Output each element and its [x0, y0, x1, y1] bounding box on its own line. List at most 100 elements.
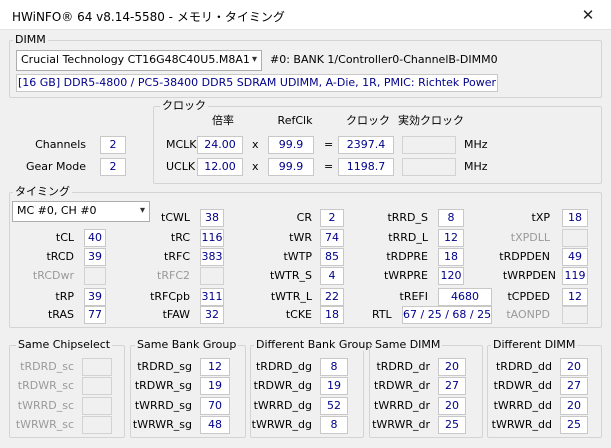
same-dimm-label: Same DIMM [373, 338, 443, 351]
trcdwr-value [84, 267, 106, 285]
twrwr-sc-value [82, 416, 112, 434]
channel-select-value: MC #0, CH #0 [17, 204, 97, 217]
trdwr-dr-value: 27 [438, 377, 466, 395]
mclk-effective-clock [402, 136, 456, 154]
tcke-label: tCKE [285, 308, 312, 321]
trfc2-value [200, 267, 224, 285]
uclk-clock: 1198.7 [338, 158, 394, 176]
tcke-value: 18 [320, 306, 344, 324]
mclk-refclk: 99.9 [268, 136, 314, 154]
twrrd-sc-value [82, 397, 112, 415]
twrwr-dd-value: 25 [560, 416, 588, 434]
twtr-l-value: 22 [320, 288, 344, 306]
twtr-l-label: tWTR_L [270, 290, 312, 303]
twtp-label: tWTP [283, 250, 312, 263]
trdwr-dd-label: tRDWR_dd [493, 379, 552, 392]
tcwl-label: tCWL [161, 211, 190, 224]
twrwr-dg-value: 8 [320, 416, 348, 434]
trp-value: 39 [84, 288, 106, 306]
trdpre-label: tRDPRE [386, 250, 428, 263]
mclk-x: x [252, 138, 259, 151]
dimm-select-value: Crucial Technology CT16G48C40U5.M8A1 [21, 53, 250, 66]
rtl-value: 67 / 25 / 68 / 25 [402, 306, 492, 324]
mclk-equals: = [324, 138, 334, 151]
trdrd-dr-value: 20 [438, 358, 466, 376]
trdwr-dg-label: tRDWR_dg [253, 379, 312, 392]
twtr-s-label: tWTR_S [269, 269, 312, 282]
trcdwr-label: tRCDwr [32, 269, 74, 282]
twrrd-dd-value: 20 [560, 397, 588, 415]
twrpden-value: 119 [562, 267, 588, 285]
twrwr-sg-value: 48 [200, 416, 230, 434]
uclk-refclk: 99.9 [268, 158, 314, 176]
trcd-label: tRCD [46, 250, 74, 263]
trdwr-sg-value: 19 [200, 377, 230, 395]
trdwr-dd-value: 27 [560, 377, 588, 395]
twrrd-dg-label: tWRRD_dg [253, 399, 312, 412]
trrd-l-label: tRRD_L [388, 231, 428, 244]
trdpre-value: 18 [438, 248, 464, 266]
twrrd-sc-label: tWRRD_sc [17, 399, 74, 412]
trp-label: tRP [55, 290, 74, 303]
tras-value: 77 [84, 306, 106, 324]
gear-mode-value: 2 [100, 158, 126, 176]
refclk-header: RefClk [277, 114, 313, 127]
multiplier-header: 倍率 [212, 114, 234, 127]
twrwr-sg-label: tWRWR_sg [132, 418, 192, 431]
twrwr-dr-value: 25 [438, 416, 466, 434]
title-bar: HWiNFO® 64 v8.14-5580 - メモリ・タイミング ✕ [0, 0, 611, 30]
twrpre-value: 120 [438, 267, 464, 285]
same-bank-group-label: Same Bank Group [135, 338, 239, 351]
trdwr-dr-label: tRDWR_dr [374, 379, 430, 392]
twr-value: 74 [320, 229, 344, 247]
trc-value: 116 [200, 229, 224, 247]
dimm-location: #0: BANK 1/Controller0-ChannelB-DIMM0 [270, 53, 498, 66]
twrrd-sg-label: tWRRD_sg [134, 399, 192, 412]
gear-mode-label: Gear Mode [25, 160, 86, 173]
clock-header: クロック [346, 114, 390, 127]
chevron-down-icon: ▾ [251, 54, 257, 65]
uclk-label: UCLK [166, 160, 196, 173]
close-button[interactable]: ✕ [565, 0, 611, 30]
twtp-value: 85 [320, 248, 344, 266]
close-icon: ✕ [581, 6, 595, 24]
tcwl-value: 38 [200, 209, 224, 227]
tras-label: tRAS [47, 308, 74, 321]
twrrd-dd-label: tWRRD_dd [493, 399, 552, 412]
clock-group-label: クロック [160, 99, 208, 112]
trdrd-dg-label: tRDRD_dg [255, 360, 312, 373]
tfaw-value: 32 [200, 306, 224, 324]
tfaw-label: tFAW [162, 308, 190, 321]
channels-label: Channels [35, 138, 86, 151]
dimm-select[interactable]: Crucial Technology CT16G48C40U5.M8A1 ▾ [16, 50, 262, 71]
trdwr-sg-label: tRDWR_sg [134, 379, 192, 392]
trfc-label: tRFC [164, 250, 190, 263]
trdrd-dg-value: 8 [320, 358, 348, 376]
uclk-unit: MHz [464, 160, 488, 173]
uclk-effective-clock [402, 158, 456, 176]
twrrd-dg-value: 52 [320, 397, 348, 415]
twrpden-label: tWRPDEN [502, 269, 556, 282]
trdpden-value: 49 [562, 248, 588, 266]
trrd-l-value: 12 [438, 229, 464, 247]
cr-value: 2 [320, 209, 344, 227]
tcpded-value: 12 [562, 288, 588, 306]
trfc2-label: tRFC2 [157, 269, 190, 282]
twrpre-label: tWRPRE [383, 269, 428, 282]
channel-select[interactable]: MC #0, CH #0 ▾ [12, 201, 150, 222]
effective-clock-header: 実効クロック [398, 114, 464, 127]
twrwr-dd-label: tWRWR_dd [491, 418, 552, 431]
txp-label: tXP [531, 211, 550, 224]
twr-label: tWR [289, 231, 312, 244]
txpdll-value [562, 229, 588, 247]
twrrd-sg-value: 70 [200, 397, 230, 415]
diff-bank-group-label: Different Bank Group [254, 338, 375, 351]
mclk-label: MCLK [166, 138, 197, 151]
mclk-multiplier: 24.00 [197, 136, 243, 154]
twrwr-dr-label: tWRWR_dr [372, 418, 430, 431]
twrwr-dg-label: tWRWR_dg [251, 418, 312, 431]
trcd-value: 39 [84, 248, 106, 266]
trdrd-sc-value [82, 358, 112, 376]
twrrd-dr-value: 20 [438, 397, 466, 415]
twrwr-sc-label: tWRWR_sc [15, 418, 74, 431]
